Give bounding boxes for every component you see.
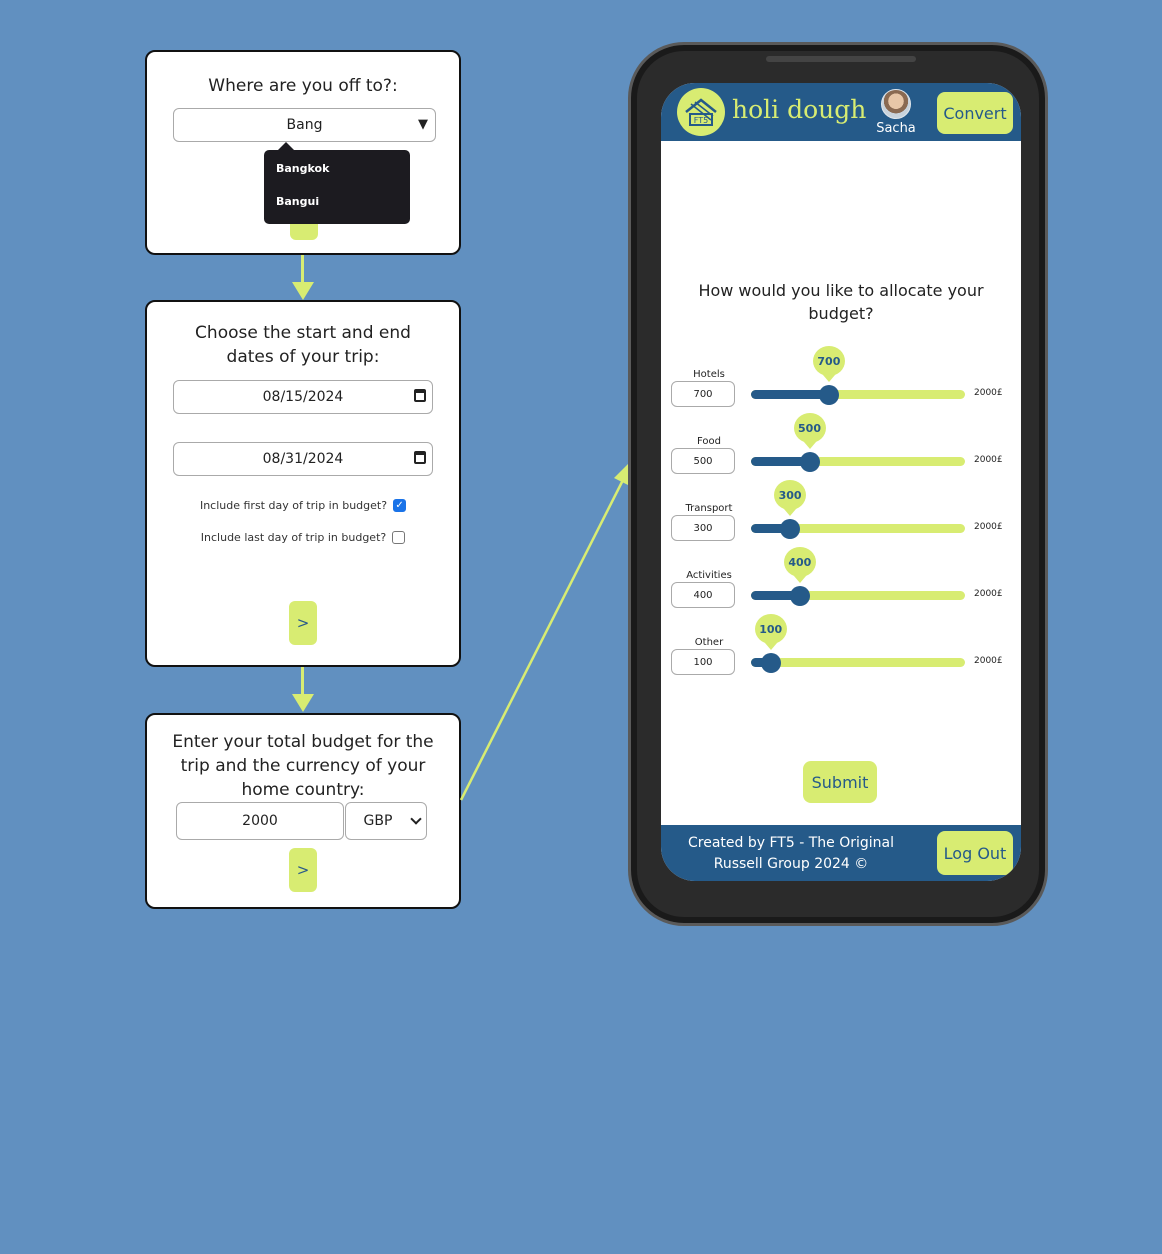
suggestion-bangkok[interactable]: Bangkok xyxy=(276,162,329,175)
flow-arrow-2-head xyxy=(292,694,314,712)
slider-thumb-other[interactable] xyxy=(760,653,781,673)
brand-name: holi dough xyxy=(732,95,867,124)
slider-label-food: Food xyxy=(697,436,721,447)
budget-card: Enter your total budget for the trip and… xyxy=(145,713,461,909)
flow-arrow-1 xyxy=(301,255,304,285)
logo-icon[interactable]: FT5 xyxy=(677,88,725,136)
flow-arrow-1-head xyxy=(292,282,314,300)
slider-value-bubble-hotels: 700 xyxy=(812,346,845,382)
slider-thumb-transport[interactable] xyxy=(780,519,801,539)
dates-card: Choose the start and end dates of your t… xyxy=(145,300,461,667)
slider-value-bubble-transport: 300 xyxy=(774,480,807,516)
include-last-day-label: Include last day of trip in budget? xyxy=(200,531,387,544)
slider-value-bubble-other: 100 xyxy=(754,614,787,650)
slider-max-label-activities: 2000£ xyxy=(974,589,1003,599)
slider-input-transport[interactable]: 300 xyxy=(671,515,735,541)
convert-button[interactable]: Convert xyxy=(937,92,1013,134)
allocation-question: How would you like to allocate your budg… xyxy=(698,281,984,323)
logout-button[interactable]: Log Out xyxy=(937,831,1013,875)
dates-next-button[interactable]: > xyxy=(289,601,317,645)
include-first-day-label: Include first day of trip in budget? xyxy=(199,499,388,512)
slider-thumb-activities[interactable] xyxy=(789,586,810,606)
slider-max-label-other: 2000£ xyxy=(974,656,1003,666)
dates-title: Choose the start and end dates of your t… xyxy=(195,323,411,367)
budget-title: Enter your total budget for the trip and… xyxy=(172,732,434,800)
include-last-day-checkbox[interactable] xyxy=(392,531,406,544)
include-last-day-row: Include last day of trip in budget? xyxy=(147,531,459,544)
destination-card: Where are you off to?: Bang ▼ Bangkok Ba… xyxy=(145,50,461,255)
slider-track-food[interactable]: 500 xyxy=(751,413,965,472)
phone-speaker xyxy=(766,56,916,62)
slider-value-bubble-activities: 400 xyxy=(783,547,816,583)
slider-label-transport: Transport xyxy=(685,503,733,514)
calendar-icon xyxy=(414,389,426,402)
currency-select[interactable]: GBP xyxy=(345,802,427,840)
budget-value: 2000 xyxy=(242,813,278,829)
slider-thumb-hotels[interactable] xyxy=(818,385,839,405)
start-date-input[interactable]: 08/15/2024 xyxy=(173,380,433,414)
user-avatar[interactable] xyxy=(881,89,911,119)
slider-label-other: Other xyxy=(694,637,724,648)
slider-max-label-hotels: 2000£ xyxy=(974,388,1003,398)
end-date-value: 08/31/2024 xyxy=(262,451,344,467)
slider-row-hotels: Hotels 700 700 2000£ xyxy=(661,346,1021,429)
end-date-input[interactable]: 08/31/2024 xyxy=(173,442,433,476)
destination-select[interactable]: Bang ▼ xyxy=(173,108,436,142)
start-date-value: 08/15/2024 xyxy=(262,389,344,405)
slider-row-food: Food 500 500 2000£ xyxy=(661,413,1021,496)
budget-input[interactable]: 2000 xyxy=(176,802,344,840)
phone-frame: FT5 holi dough Sacha Convert How would y… xyxy=(628,42,1048,926)
slider-value-bubble-food: 500 xyxy=(793,413,826,449)
slider-input-activities[interactable]: 400 xyxy=(671,582,735,608)
slider-row-other: Other 100 100 2000£ xyxy=(661,614,1021,697)
slider-input-food[interactable]: 500 xyxy=(671,448,735,474)
slider-max-label-transport: 2000£ xyxy=(974,522,1003,532)
destination-value: Bang xyxy=(286,117,323,133)
flow-arrow-2 xyxy=(301,667,304,697)
suggestion-bangui[interactable]: Bangui xyxy=(276,195,319,208)
submit-button[interactable]: Submit xyxy=(803,761,877,803)
currency-value: GBP xyxy=(363,813,393,829)
chevron-down-icon xyxy=(410,813,422,825)
app-header: FT5 holi dough Sacha Convert xyxy=(661,83,1021,141)
budget-next-button[interactable]: > xyxy=(289,848,317,892)
footer-credit: Created by FT5 - The Original Russell Gr… xyxy=(688,835,894,872)
slider-thumb-food[interactable] xyxy=(799,452,820,472)
slider-label-activities: Activities xyxy=(686,570,732,581)
slider-fill-hotels xyxy=(751,390,829,399)
app-footer: Created by FT5 - The Original Russell Gr… xyxy=(661,825,1021,881)
phone-screen: FT5 holi dough Sacha Convert How would y… xyxy=(661,83,1021,881)
slider-label-hotels: Hotels xyxy=(693,369,725,380)
slider-input-other[interactable]: 100 xyxy=(671,649,735,675)
destination-title: Where are you off to?: xyxy=(208,76,398,96)
caret-down-icon: ▼ xyxy=(418,117,428,132)
include-first-day-row: Include first day of trip in budget? ✓ xyxy=(147,499,459,512)
logo-text: FT5 xyxy=(694,116,708,125)
destination-suggestions: Bangkok Bangui xyxy=(264,142,410,224)
slider-track-hotels[interactable]: 700 xyxy=(751,346,965,405)
calendar-icon xyxy=(414,451,426,464)
include-first-day-checkbox[interactable]: ✓ xyxy=(393,499,407,512)
slider-input-hotels[interactable]: 700 xyxy=(671,381,735,407)
slider-row-transport: Transport 300 300 2000£ xyxy=(661,480,1021,563)
slider-track-transport[interactable]: 300 xyxy=(751,480,965,539)
slider-track-other[interactable]: 100 xyxy=(751,614,965,673)
house-logo-icon: FT5 xyxy=(685,98,717,126)
slider-max-label-food: 2000£ xyxy=(974,455,1003,465)
user-name: Sacha xyxy=(876,121,916,136)
slider-track-activities[interactable]: 400 xyxy=(751,547,965,606)
slider-row-activities: Activities 400 400 2000£ xyxy=(661,547,1021,630)
